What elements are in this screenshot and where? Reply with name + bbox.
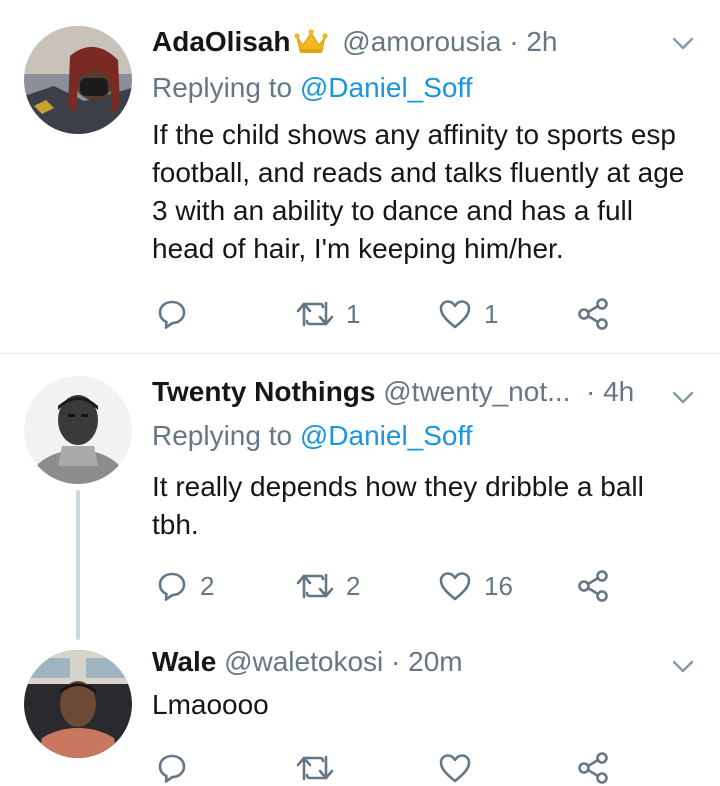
share-icon — [578, 570, 608, 602]
avatar[interactable] — [24, 376, 132, 484]
like-button[interactable]: 1 — [438, 296, 498, 332]
user-handle[interactable]: @amorousia — [342, 26, 501, 57]
retweet-count: 1 — [346, 298, 361, 329]
retweet-icon — [296, 573, 334, 599]
tweet-actions: 1 1 — [152, 296, 632, 332]
reply-button[interactable] — [156, 296, 200, 332]
like-count: 16 — [484, 570, 513, 601]
display-name[interactable]: Twenty Nothings — [152, 376, 375, 407]
share-button[interactable] — [576, 296, 610, 332]
tweet-header: AdaOlisah @amorousia · 2h — [152, 24, 557, 64]
like-button[interactable]: 16 — [438, 568, 513, 604]
separator-dot: · — [391, 646, 401, 677]
avatar-image — [24, 26, 132, 134]
mention-link[interactable]: @Daniel_Soff — [300, 420, 473, 451]
timestamp[interactable]: 20m — [408, 646, 462, 677]
like-count: 1 — [484, 298, 499, 329]
chevron-down-icon[interactable] — [672, 660, 694, 674]
retweet-button[interactable]: 2 — [296, 568, 360, 604]
separator-dot: · — [586, 376, 596, 407]
reply-icon — [158, 572, 186, 601]
chevron-down-icon[interactable] — [672, 391, 694, 405]
chevron-down-icon[interactable] — [672, 37, 694, 51]
user-handle[interactable]: @waletokosi — [224, 646, 383, 677]
timestamp[interactable]: 4h — [603, 376, 634, 407]
tweet-3[interactable]: Wale @waletokosi · 20m Lmaoooo — [0, 644, 720, 784]
replying-to-label: Replying to — [152, 420, 300, 451]
reply-icon — [158, 300, 186, 329]
replying-to-label: Replying to — [152, 72, 300, 103]
tweet-2[interactable]: Twenty Nothings @twenty_not... · 4h Repl… — [0, 354, 720, 644]
replying-to: Replying to @Daniel_Soff — [152, 418, 473, 454]
share-button[interactable] — [576, 750, 610, 786]
avatar[interactable] — [24, 26, 132, 134]
user-handle[interactable]: @twenty_not... — [383, 376, 570, 407]
tweet-header: Twenty Nothings @twenty_not... · 4h — [152, 374, 634, 410]
avatar-image — [24, 376, 132, 484]
share-button[interactable] — [576, 568, 610, 604]
retweet-icon — [296, 301, 334, 327]
tweet-actions: 2 2 16 — [152, 568, 632, 604]
display-name[interactable]: AdaOlisah — [152, 26, 290, 57]
reply-count: 2 — [200, 570, 215, 601]
tweet-text: If the child shows any affinity to sport… — [152, 119, 685, 264]
mention-link[interactable]: @Daniel_Soff — [300, 72, 473, 103]
tweet-1[interactable]: AdaOlisah @amorousia · 2h Replying to @D… — [0, 0, 720, 352]
tweet-header: Wale @waletokosi · 20m — [152, 644, 463, 680]
tweet-text: It really depends how they dribble a bal… — [152, 471, 644, 540]
avatar[interactable] — [24, 650, 132, 758]
share-icon — [578, 298, 608, 330]
retweet-button[interactable]: 1 — [296, 296, 360, 332]
avatar-image — [24, 650, 132, 758]
replying-to: Replying to @Daniel_Soff — [152, 70, 473, 106]
share-icon — [578, 752, 608, 784]
timestamp[interactable]: 2h — [526, 26, 557, 57]
like-icon — [439, 572, 471, 601]
like-button[interactable] — [438, 750, 484, 786]
tweet-text: Lmaoooo — [152, 689, 269, 720]
reply-icon — [158, 754, 186, 783]
reply-button[interactable]: 2 — [156, 568, 214, 604]
reply-button[interactable] — [156, 750, 200, 786]
like-icon — [439, 300, 471, 329]
retweet-button[interactable] — [296, 750, 346, 786]
like-icon — [439, 754, 471, 783]
separator-dot: · — [509, 26, 519, 57]
display-name[interactable]: Wale — [152, 646, 216, 677]
retweet-count: 2 — [346, 570, 361, 601]
crown-emoji-icon — [294, 27, 329, 64]
tweet-actions — [152, 750, 632, 786]
